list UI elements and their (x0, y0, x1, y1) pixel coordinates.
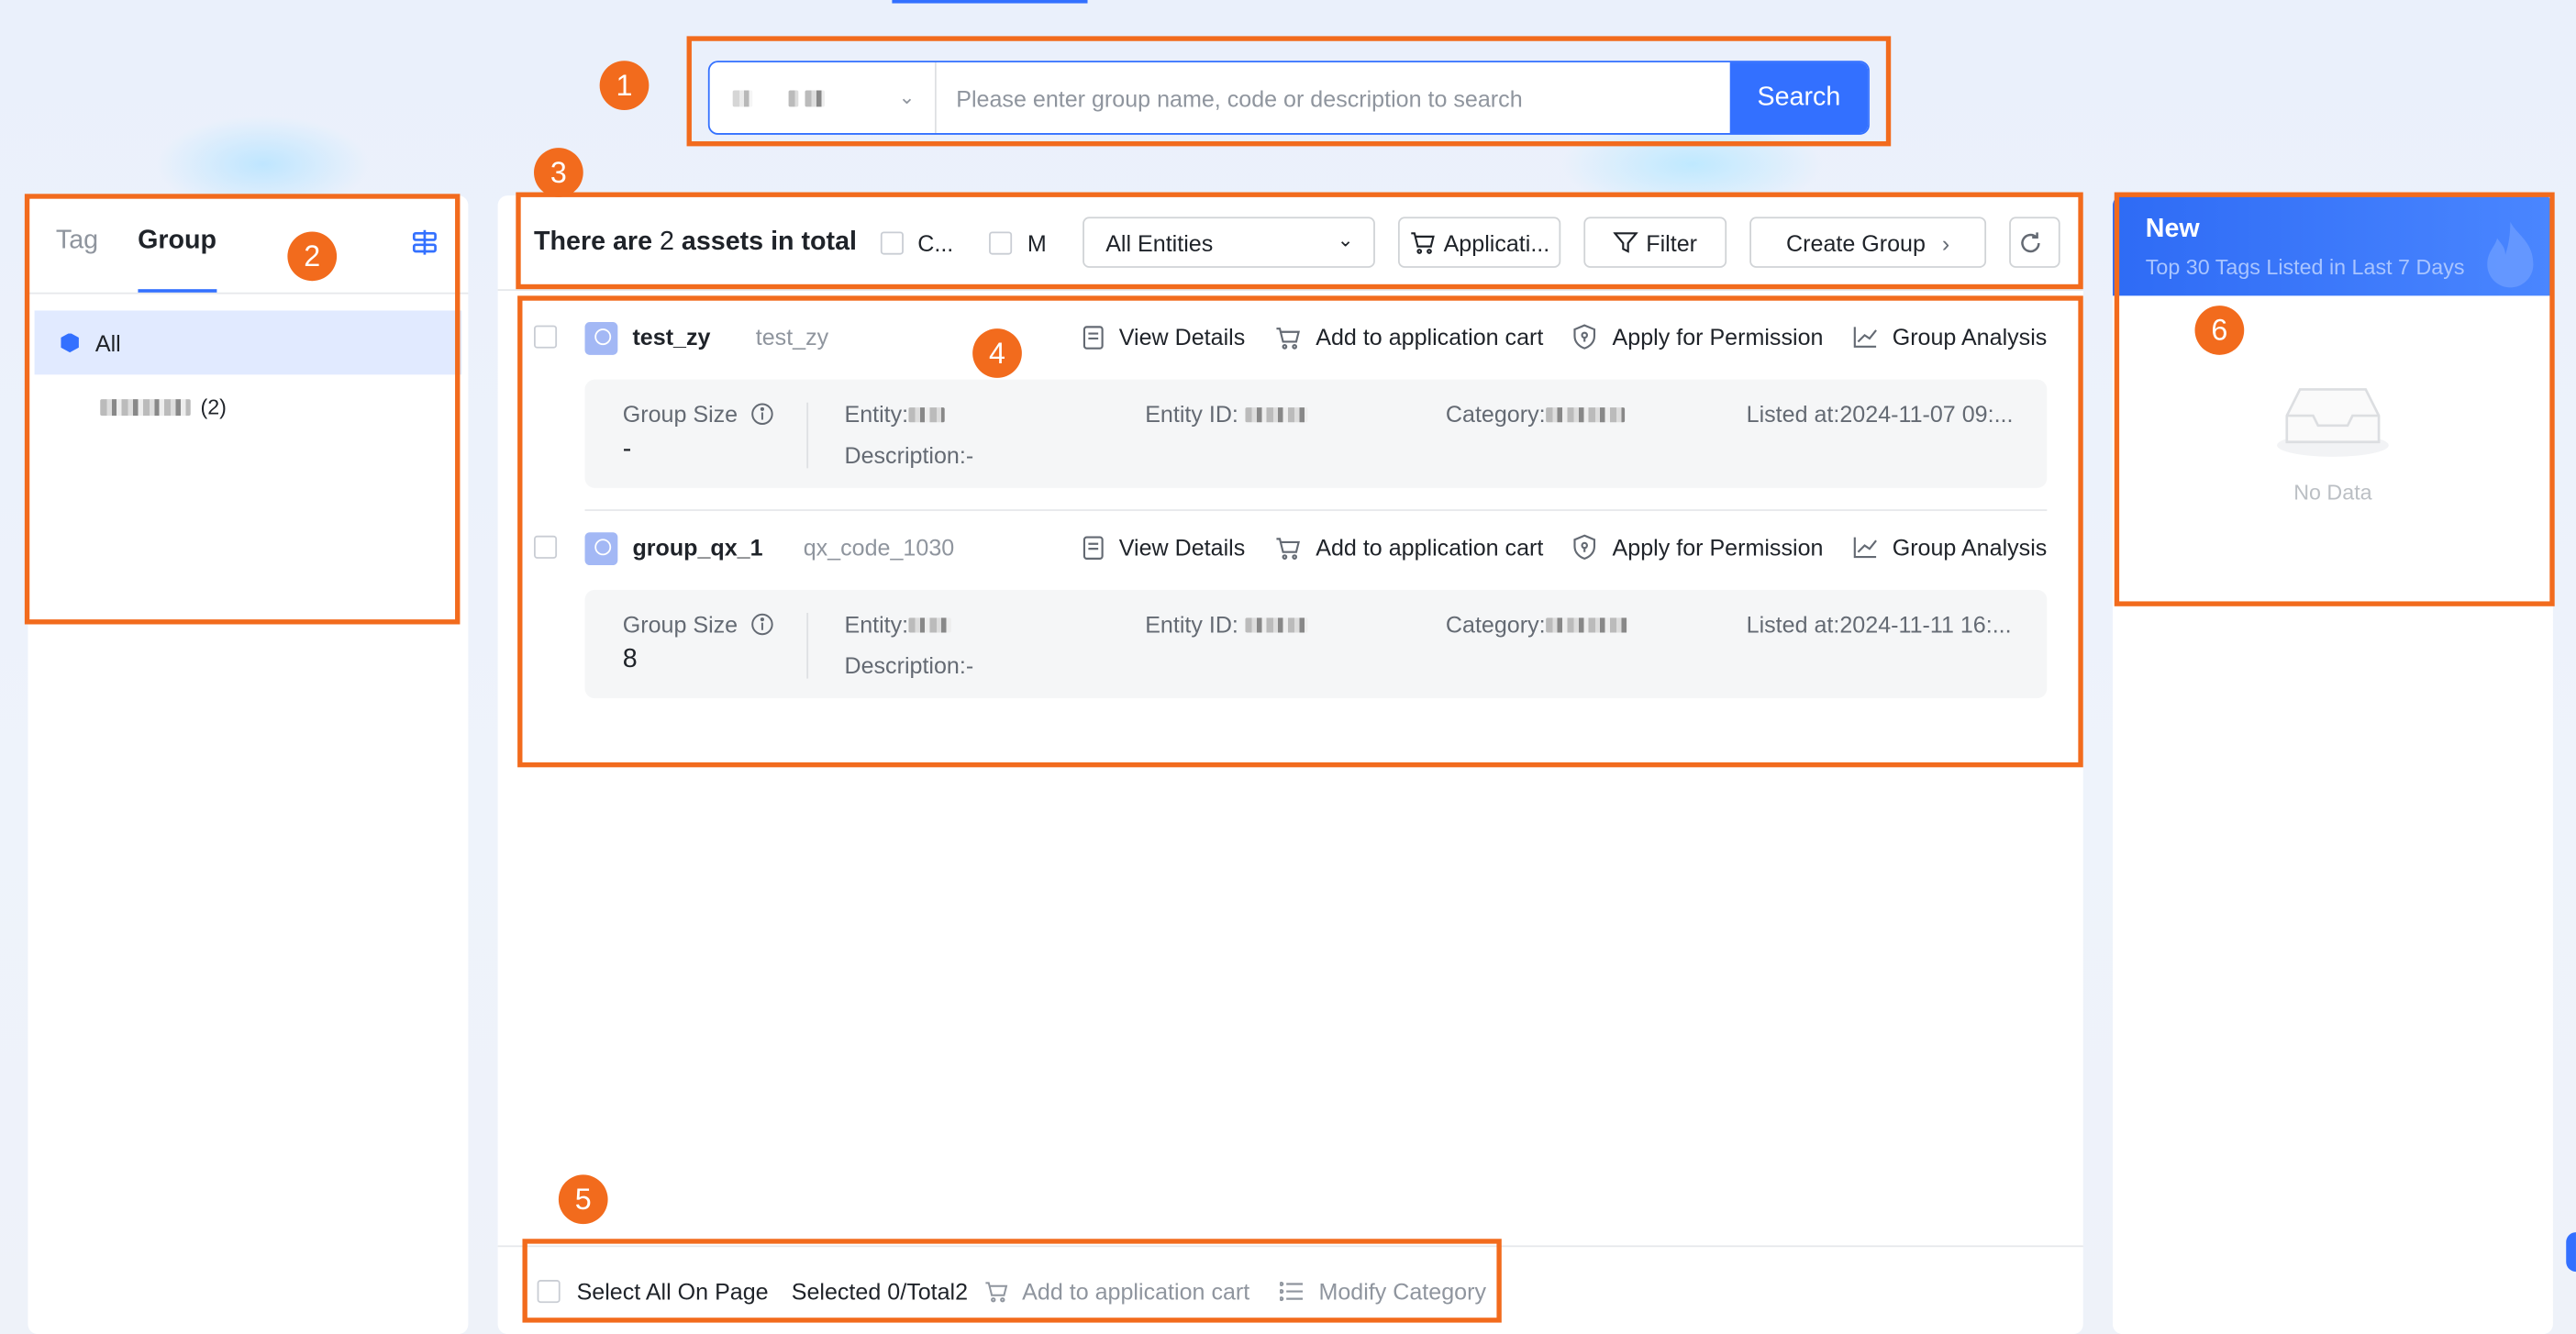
top-nav-indicator (892, 0, 1088, 4)
annotation-box (24, 194, 461, 625)
annotation-badge: 2 (287, 231, 338, 282)
floating-widget-handle[interactable] (2566, 1232, 2576, 1273)
annotation-badge: 6 (2194, 306, 2245, 355)
annotation-badge: 1 (599, 61, 650, 110)
annotation-box (516, 192, 2083, 290)
page: ⌄ Please enter group name, code or descr… (0, 0, 2576, 1334)
annotation-box (517, 295, 2083, 768)
annotation-box (522, 1239, 1502, 1323)
annotation-box (2114, 192, 2555, 606)
annotation-badge: 5 (558, 1174, 608, 1225)
annotation-badge: 3 (534, 148, 583, 197)
annotation-badge: 4 (972, 328, 1022, 378)
annotation-box (686, 36, 1892, 147)
